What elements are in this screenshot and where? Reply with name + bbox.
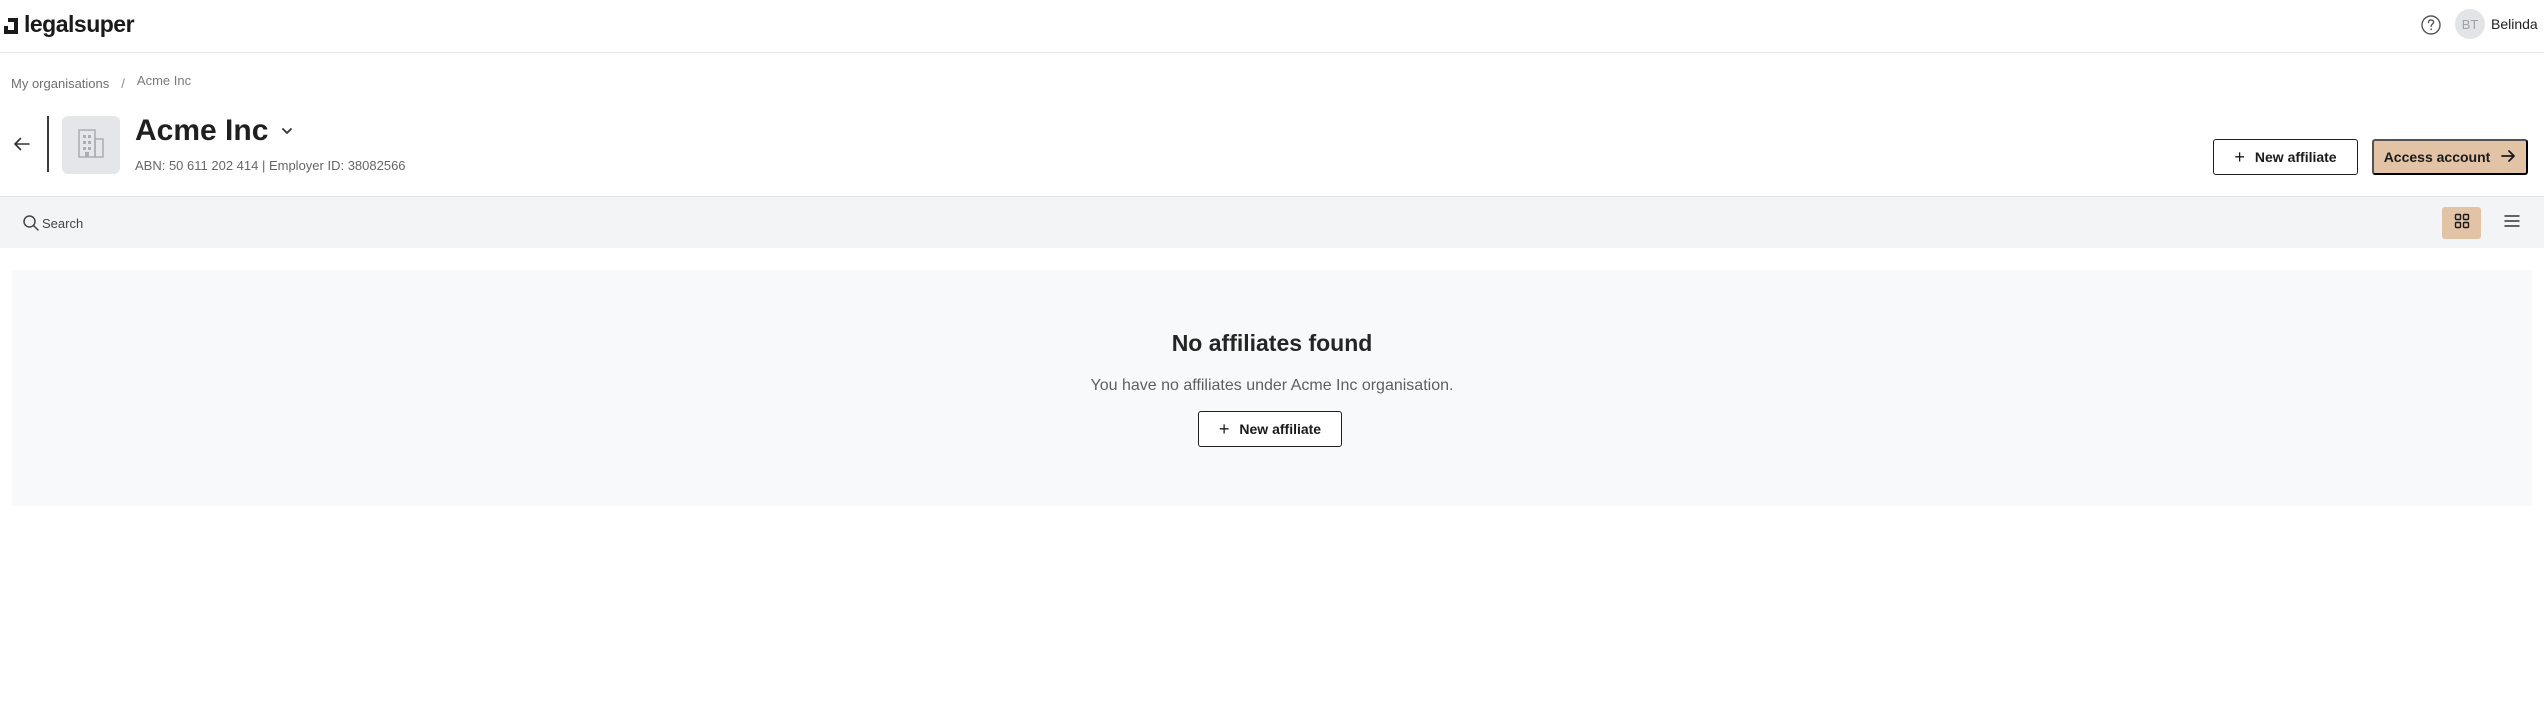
search-toolbar xyxy=(0,196,2544,248)
search-icon xyxy=(22,214,40,232)
avatar[interactable]: BT xyxy=(2455,9,2485,39)
empty-state-message: You have no affiliates under Acme Inc or… xyxy=(1090,377,1454,394)
empty-state: No affiliates found You have no affiliat… xyxy=(12,270,2532,506)
logo[interactable]: legalsuper xyxy=(4,10,135,38)
organisation-meta: ABN: 50 611 202 414 | Employer ID: 38082… xyxy=(135,158,406,173)
access-account-button[interactable]: Access account xyxy=(2372,139,2528,175)
chevron-down-icon[interactable] xyxy=(280,124,294,138)
logo-text: legalsuper xyxy=(24,10,135,37)
empty-state-new-affiliate-button[interactable]: + New affiliate xyxy=(1198,411,1342,447)
breadcrumb-my-organisations[interactable]: My organisations xyxy=(11,76,109,91)
page-title: Acme Inc xyxy=(135,114,269,147)
user-name[interactable]: Belinda xyxy=(2491,16,2538,32)
breadcrumb: My organisations / Acme Inc xyxy=(11,73,192,91)
building-icon xyxy=(76,127,106,164)
new-affiliate-label: New affiliate xyxy=(2254,149,2337,165)
plus-icon: + xyxy=(1218,419,1230,439)
back-arrow-icon[interactable] xyxy=(11,133,33,155)
new-affiliate-button[interactable]: + New affiliate xyxy=(2213,139,2358,175)
search-input[interactable] xyxy=(42,211,442,235)
grid-view-toggle[interactable] xyxy=(2442,207,2481,239)
logo-mark-icon xyxy=(4,14,22,34)
grid-icon xyxy=(2454,213,2470,234)
list-view-toggle[interactable] xyxy=(2492,207,2531,239)
top-bar: legalsuper BT Belinda xyxy=(0,0,2544,53)
organisation-avatar xyxy=(62,116,120,174)
breadcrumb-current: Acme Inc xyxy=(136,73,192,88)
breadcrumb-separator: / xyxy=(121,76,125,91)
empty-state-title: No affiliates found xyxy=(1171,330,1373,356)
organisation-switcher[interactable]: Acme Inc xyxy=(135,114,294,148)
arrow-right-icon xyxy=(2490,149,2516,166)
help-icon[interactable] xyxy=(2420,14,2442,36)
header-divider xyxy=(47,116,49,172)
access-account-label: Access account xyxy=(2383,149,2491,165)
empty-state-button-label: New affiliate xyxy=(1239,421,1322,437)
list-icon xyxy=(2503,213,2521,234)
plus-icon: + xyxy=(2234,147,2245,167)
